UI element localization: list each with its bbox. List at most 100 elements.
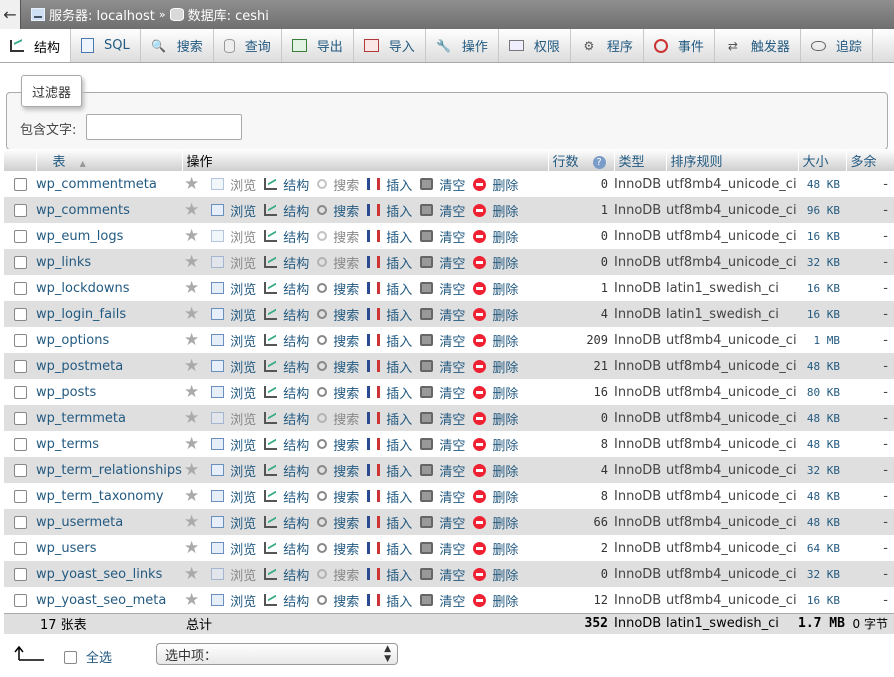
action-empty-link[interactable]: 清空 bbox=[420, 565, 465, 584]
tab-query[interactable]: 查询 bbox=[214, 29, 282, 62]
action-search-link[interactable]: 搜索 bbox=[317, 279, 359, 298]
action-insert-link[interactable]: 插入 bbox=[367, 357, 412, 376]
favorite-star-icon[interactable]: ★ bbox=[184, 253, 199, 271]
table-name-link[interactable]: wp_yoast_seo_links bbox=[36, 561, 182, 587]
action-empty-link[interactable]: 清空 bbox=[420, 175, 465, 194]
table-name-link[interactable]: wp_posts bbox=[36, 379, 182, 405]
breadcrumb-server[interactable]: 服务器: localhost bbox=[31, 5, 155, 24]
action-structure-link[interactable]: 结构 bbox=[264, 253, 309, 272]
action-structure-link[interactable]: 结构 bbox=[264, 279, 309, 298]
select-all-label[interactable]: 全选 bbox=[86, 647, 112, 666]
tab-tracking[interactable]: 追踪 bbox=[801, 29, 873, 62]
table-size-link[interactable]: 16 KB bbox=[798, 223, 846, 249]
table-name-link[interactable]: wp_users bbox=[36, 535, 182, 561]
action-structure-link[interactable]: 结构 bbox=[264, 513, 309, 532]
action-drop-link[interactable]: 删除 bbox=[473, 175, 518, 194]
tab-privileges[interactable]: 权限 bbox=[499, 29, 571, 62]
action-search-link[interactable]: 搜索 bbox=[317, 461, 359, 480]
action-search-link[interactable]: 搜索 bbox=[317, 513, 359, 532]
action-empty-link[interactable]: 清空 bbox=[420, 591, 465, 610]
action-browse-link[interactable]: 浏览 bbox=[211, 175, 256, 194]
action-empty-link[interactable]: 清空 bbox=[420, 461, 465, 480]
action-search-link[interactable]: 搜索 bbox=[317, 305, 359, 324]
table-size-link[interactable]: 16 KB bbox=[798, 301, 846, 327]
tab-export[interactable]: 导出 bbox=[282, 29, 354, 62]
row-checkbox[interactable] bbox=[14, 203, 27, 217]
info-icon[interactable]: ? bbox=[592, 155, 606, 169]
row-checkbox[interactable] bbox=[14, 593, 27, 607]
favorite-star-icon[interactable]: ★ bbox=[184, 461, 199, 479]
action-empty-link[interactable]: 清空 bbox=[420, 279, 465, 298]
table-size-link[interactable]: 48 KB bbox=[798, 431, 846, 457]
table-name-link[interactable]: wp_commentmeta bbox=[36, 171, 182, 197]
row-checkbox[interactable] bbox=[14, 541, 27, 555]
action-browse-link[interactable]: 浏览 bbox=[211, 591, 256, 610]
action-insert-link[interactable]: 插入 bbox=[367, 487, 412, 506]
action-insert-link[interactable]: 插入 bbox=[367, 565, 412, 584]
action-drop-link[interactable]: 删除 bbox=[473, 513, 518, 532]
action-empty-link[interactable]: 清空 bbox=[420, 383, 465, 402]
header-rows[interactable]: 行数? bbox=[548, 149, 615, 171]
table-size-link[interactable]: 48 KB bbox=[798, 509, 846, 535]
tab-sql[interactable]: SQL bbox=[71, 29, 141, 62]
table-size-link[interactable]: 32 KB bbox=[798, 561, 846, 587]
action-structure-link[interactable]: 结构 bbox=[264, 305, 309, 324]
action-browse-link[interactable]: 浏览 bbox=[211, 409, 256, 428]
breadcrumb-database[interactable]: 数据库: ceshi bbox=[169, 5, 269, 24]
action-empty-link[interactable]: 清空 bbox=[420, 409, 465, 428]
table-size-link[interactable]: 32 KB bbox=[798, 457, 846, 483]
action-structure-link[interactable]: 结构 bbox=[264, 539, 309, 558]
action-drop-link[interactable]: 删除 bbox=[473, 409, 518, 428]
action-insert-link[interactable]: 插入 bbox=[367, 279, 412, 298]
header-size[interactable]: 大小 bbox=[798, 149, 847, 171]
action-structure-link[interactable]: 结构 bbox=[264, 409, 309, 428]
action-drop-link[interactable]: 删除 bbox=[473, 591, 518, 610]
row-checkbox[interactable] bbox=[14, 177, 27, 191]
favorite-star-icon[interactable]: ★ bbox=[184, 487, 199, 505]
tab-search[interactable]: 🔍 搜索 bbox=[141, 29, 214, 62]
table-name-link[interactable]: wp_comments bbox=[36, 197, 182, 223]
favorite-star-icon[interactable]: ★ bbox=[184, 383, 199, 401]
action-insert-link[interactable]: 插入 bbox=[367, 175, 412, 194]
action-insert-link[interactable]: 插入 bbox=[367, 227, 412, 246]
row-checkbox[interactable] bbox=[14, 307, 27, 321]
action-browse-link[interactable]: 浏览 bbox=[211, 565, 256, 584]
action-browse-link[interactable]: 浏览 bbox=[211, 305, 256, 324]
action-insert-link[interactable]: 插入 bbox=[367, 435, 412, 454]
favorite-star-icon[interactable]: ★ bbox=[184, 279, 199, 297]
action-browse-link[interactable]: 浏览 bbox=[211, 279, 256, 298]
table-name-link[interactable]: wp_term_taxonomy bbox=[36, 483, 182, 509]
tab-import[interactable]: 导入 bbox=[354, 29, 426, 62]
action-empty-link[interactable]: 清空 bbox=[420, 201, 465, 220]
row-checkbox[interactable] bbox=[14, 385, 27, 399]
action-search-link[interactable]: 搜索 bbox=[317, 409, 359, 428]
action-drop-link[interactable]: 删除 bbox=[473, 201, 518, 220]
action-structure-link[interactable]: 结构 bbox=[264, 331, 309, 350]
action-drop-link[interactable]: 删除 bbox=[473, 227, 518, 246]
action-insert-link[interactable]: 插入 bbox=[367, 539, 412, 558]
row-checkbox[interactable] bbox=[14, 333, 27, 347]
table-size-link[interactable]: 48 KB bbox=[798, 483, 846, 509]
action-drop-link[interactable]: 删除 bbox=[473, 565, 518, 584]
action-structure-link[interactable]: 结构 bbox=[264, 227, 309, 246]
action-search-link[interactable]: 搜索 bbox=[317, 383, 359, 402]
row-checkbox[interactable] bbox=[14, 463, 27, 477]
tab-structure[interactable]: 结构 bbox=[0, 29, 72, 62]
action-browse-link[interactable]: 浏览 bbox=[211, 513, 256, 532]
header-type[interactable]: 类型 bbox=[614, 149, 667, 171]
action-insert-link[interactable]: 插入 bbox=[367, 591, 412, 610]
table-size-link[interactable]: 16 KB bbox=[798, 275, 846, 301]
action-drop-link[interactable]: 删除 bbox=[473, 331, 518, 350]
table-name-link[interactable]: wp_terms bbox=[36, 431, 182, 457]
favorite-star-icon[interactable]: ★ bbox=[184, 227, 199, 245]
action-browse-link[interactable]: 浏览 bbox=[211, 383, 256, 402]
table-size-link[interactable]: 32 KB bbox=[798, 249, 846, 275]
action-structure-link[interactable]: 结构 bbox=[264, 357, 309, 376]
table-size-link[interactable]: 96 KB bbox=[798, 197, 846, 223]
bulk-action-select[interactable]: 选中项： ▲ ▼ bbox=[156, 643, 398, 665]
table-name-link[interactable]: wp_term_relationships bbox=[36, 457, 182, 483]
action-insert-link[interactable]: 插入 bbox=[367, 461, 412, 480]
action-search-link[interactable]: 搜索 bbox=[317, 565, 359, 584]
action-search-link[interactable]: 搜索 bbox=[317, 539, 359, 558]
action-structure-link[interactable]: 结构 bbox=[264, 461, 309, 480]
